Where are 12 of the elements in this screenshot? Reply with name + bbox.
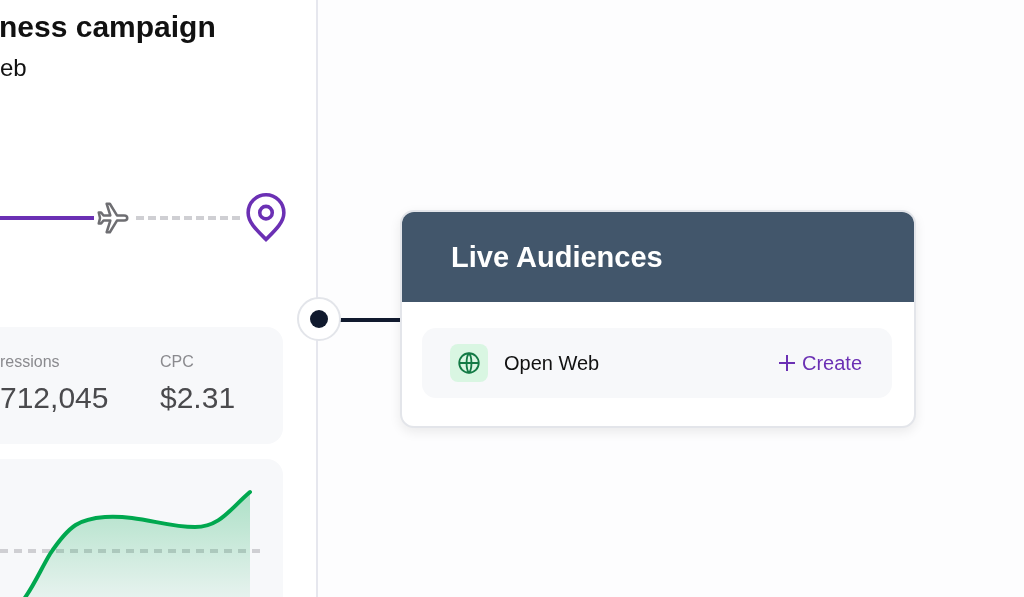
campaign-title: ness campaign xyxy=(0,10,217,44)
location-pin-icon xyxy=(244,193,288,243)
channel-name: eb xyxy=(0,54,28,82)
create-button[interactable]: Create xyxy=(777,351,862,375)
stat-value: 712,045 xyxy=(0,381,110,415)
audience-name: Open Web xyxy=(504,351,601,375)
stat-value: $2.31 xyxy=(160,381,236,415)
plus-icon xyxy=(777,354,796,372)
stat-label: CPC xyxy=(160,353,195,371)
globe-icon xyxy=(450,344,488,382)
card-title: Live Audiences xyxy=(451,240,663,274)
stat-label: ressions xyxy=(0,353,61,371)
